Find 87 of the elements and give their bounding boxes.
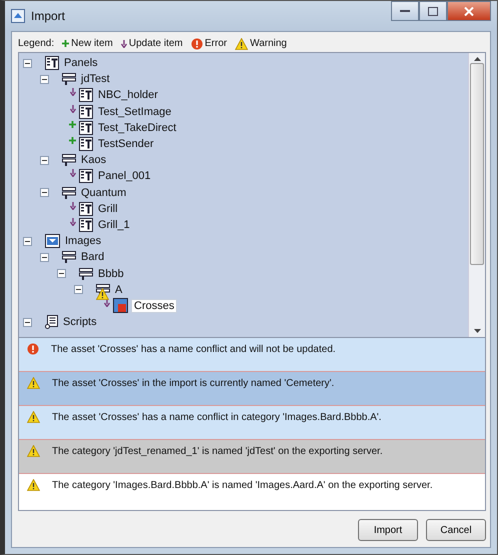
minus-icon xyxy=(59,271,64,276)
panel-icon xyxy=(79,120,93,135)
collapse-toggle[interactable] xyxy=(40,156,49,165)
minus-icon xyxy=(42,190,47,196)
collapse-toggle[interactable] xyxy=(23,58,32,68)
legend-item: Update item xyxy=(128,38,183,50)
minus-icon xyxy=(42,254,47,260)
dialog-button[interactable]: Cancel xyxy=(426,519,486,541)
panel-icon xyxy=(45,56,59,70)
image-icon xyxy=(113,298,128,314)
tree-item[interactable]: Kaos xyxy=(79,154,108,166)
close-icon xyxy=(464,6,474,16)
message-text: The category 'Images.Bard.Bbbb.A' is named 'Images.Aard.A' on the exporting server. xyxy=(52,479,433,492)
maximize-icon xyxy=(428,6,438,16)
collapse-toggle[interactable] xyxy=(40,188,49,198)
message-row[interactable]: The category 'jdTest_renamed_1' is named 'jdTest' on the exporting server. xyxy=(19,440,485,474)
panel-icon xyxy=(79,88,93,102)
minus-icon xyxy=(25,60,30,66)
collapse-toggle[interactable] xyxy=(74,285,83,294)
tree-item[interactable]: Grill xyxy=(96,202,120,215)
tree-item[interactable]: Quantum xyxy=(79,186,128,199)
tree-item[interactable]: Scripts xyxy=(61,316,99,328)
dialog-button[interactable]: Import xyxy=(358,519,418,541)
scrollbar-thumb[interactable] xyxy=(470,62,484,265)
minimize-button[interactable] xyxy=(391,1,419,21)
panel-icon xyxy=(79,218,93,232)
message-text: The asset 'Crosses' has a name conflict in category 'Images.Bard.Bbbb.A'. xyxy=(52,411,382,424)
tree-item[interactable]: TestSender xyxy=(96,138,156,150)
tree-item[interactable]: Images xyxy=(63,235,104,248)
error-icon xyxy=(27,343,39,356)
minus-icon xyxy=(25,238,30,244)
message-text: The asset 'Crosses' in the import is currently named 'Cemetery'. xyxy=(52,377,334,390)
panel-icon xyxy=(79,169,93,184)
warning-icon xyxy=(27,377,40,390)
tree-item[interactable]: jdTest xyxy=(79,73,112,86)
maximize-button[interactable] xyxy=(419,1,447,21)
message-row[interactable]: The asset 'Crosses' has a name conflict in category 'Images.Bard.Bbbb.A'. xyxy=(19,406,485,440)
collapse-toggle[interactable] xyxy=(40,252,49,262)
collapse-toggle[interactable] xyxy=(23,236,32,246)
window-title: Import xyxy=(31,9,66,23)
category-icon xyxy=(62,73,76,86)
tree-item[interactable]: Bard xyxy=(79,251,106,264)
legend-label: Legend: xyxy=(18,38,54,50)
category-icon xyxy=(62,251,76,264)
warning-icon xyxy=(27,479,40,492)
message-row[interactable]: The asset 'Crosses' in the import is currently named 'Cemetery'. xyxy=(19,372,485,406)
warning-icon xyxy=(27,411,40,424)
scroll-down-icon[interactable] xyxy=(474,329,480,334)
message-row[interactable]: The asset 'Crosses' has a name conflict and will not be updated. xyxy=(19,338,485,372)
down-arrow-icon xyxy=(120,40,127,48)
collapse-toggle[interactable] xyxy=(40,74,49,84)
category-icon xyxy=(79,268,93,280)
close-button[interactable] xyxy=(447,1,491,21)
app-icon xyxy=(11,9,25,23)
tree-item[interactable]: Bbbb xyxy=(96,268,126,280)
tree-item[interactable]: Test_SetImage xyxy=(96,106,174,118)
minus-icon xyxy=(42,76,47,82)
legend-item: Warning xyxy=(250,38,287,50)
tree-item[interactable]: Crosses xyxy=(131,298,178,313)
legend-item: New item xyxy=(71,38,113,50)
panel-icon xyxy=(79,104,93,119)
collapse-toggle[interactable] xyxy=(23,318,32,327)
tree-item[interactable]: Grill_1 xyxy=(96,218,132,231)
category-icon xyxy=(62,154,76,166)
collapse-toggle[interactable] xyxy=(57,269,66,278)
tree-item[interactable]: NBC_holder xyxy=(96,89,160,102)
tree-item[interactable]: Panel_001 xyxy=(96,170,153,182)
tree-item[interactable]: Test_TakeDirect xyxy=(96,122,178,134)
minimize-icon xyxy=(400,10,410,12)
panel-icon xyxy=(79,137,93,151)
plus-icon xyxy=(62,40,70,48)
warning-icon xyxy=(235,38,248,50)
minus-icon xyxy=(25,320,30,325)
message-text: The asset 'Crosses' has a name conflict and will not be updated. xyxy=(51,343,336,356)
tree-item[interactable]: Panels xyxy=(62,57,100,70)
warning-icon xyxy=(27,445,40,458)
message-text: The category 'jdTest_renamed_1' is named 'jdTest' on the exporting server. xyxy=(52,445,383,458)
panel-icon xyxy=(79,202,93,216)
image-icon xyxy=(45,234,60,248)
category-icon xyxy=(62,186,76,199)
tree-item[interactable]: A xyxy=(113,284,124,296)
error-icon xyxy=(190,38,203,50)
minus-icon xyxy=(76,287,81,292)
scrollbar[interactable] xyxy=(468,52,485,338)
minus-icon xyxy=(42,158,47,163)
script-icon xyxy=(45,315,58,330)
legend-item: Error xyxy=(204,38,227,50)
